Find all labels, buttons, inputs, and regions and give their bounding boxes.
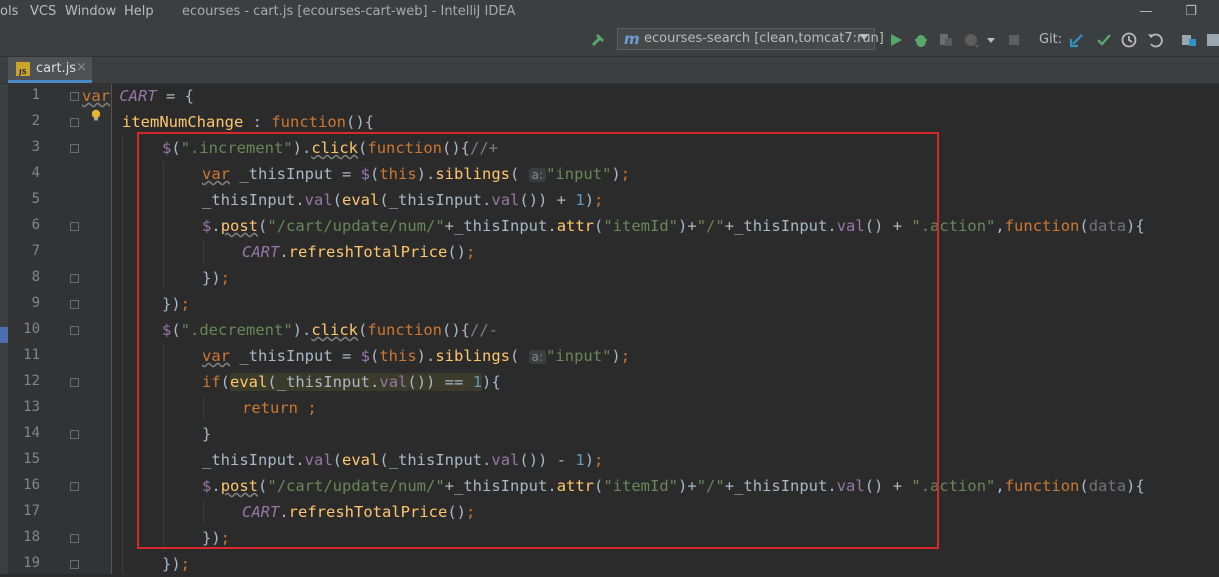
line-number: 8 [31, 269, 40, 285]
menu-item-window[interactable]: Window [65, 4, 116, 19]
code-line: }); [162, 555, 191, 573]
history-icon[interactable] [1120, 31, 1138, 49]
fold-marker-icon[interactable] [70, 274, 79, 283]
line-number: 17 [23, 503, 40, 519]
code-token: data [1088, 217, 1127, 235]
fold-marker-icon[interactable] [70, 222, 79, 231]
line-number: 6 [31, 217, 40, 233]
restore-icon[interactable]: ❐ [1181, 2, 1201, 22]
javascript-file-icon: JS [16, 62, 30, 76]
close-icon[interactable]: × [76, 60, 87, 75]
fold-marker-icon[interactable] [70, 482, 79, 491]
run-configuration-label: ecourses-search [clean,tomcat7:run] [644, 31, 884, 46]
line-number: 7 [31, 243, 40, 259]
line-number: 2 [31, 113, 40, 129]
red-highlight-box [137, 132, 939, 549]
indent-guide [122, 136, 123, 574]
selection-marker [0, 327, 8, 343]
profile-icon[interactable] [963, 31, 981, 49]
line-number: 10 [23, 321, 40, 337]
fold-marker-icon[interactable] [70, 144, 79, 153]
fold-marker-icon[interactable] [70, 118, 79, 127]
line-number: 4 [31, 165, 40, 181]
project-structure-icon[interactable] [1180, 31, 1198, 49]
chevron-down-icon [859, 34, 869, 40]
code-token: function [271, 113, 346, 131]
fold-marker-icon[interactable] [70, 326, 79, 335]
code-token: itemNumChange [122, 113, 244, 131]
code-token: : [243, 113, 272, 131]
line-number: 9 [31, 295, 40, 311]
menu-item-tools[interactable]: ols [0, 4, 18, 19]
project-panel-edge[interactable] [0, 84, 8, 574]
coverage-icon[interactable] [937, 31, 955, 49]
line-number: 16 [23, 477, 40, 493]
code-token: data [1088, 477, 1127, 495]
toolbar [0, 24, 1219, 57]
code-line: var CART = { [82, 83, 194, 109]
menu-item-vcs[interactable]: VCS [30, 4, 56, 19]
code-token: CART [119, 87, 157, 105]
maven-icon: m [624, 30, 640, 48]
fold-marker-icon[interactable] [70, 378, 79, 387]
fold-marker-icon[interactable] [70, 534, 79, 543]
fold-marker-icon[interactable] [70, 300, 79, 309]
line-number: 18 [23, 529, 40, 545]
chevron-down-icon[interactable] [986, 31, 996, 49]
revert-icon[interactable] [1146, 31, 1164, 49]
fold-marker-icon[interactable] [70, 430, 79, 439]
git-update-icon[interactable] [1068, 31, 1086, 49]
line-number: 12 [23, 373, 40, 389]
tab-cart-js[interactable]: JS cart.js × [8, 57, 92, 83]
line-number: 19 [23, 555, 40, 571]
line-number: 3 [31, 139, 40, 155]
line-number: 5 [31, 191, 40, 207]
minimize-icon[interactable]: — [1136, 2, 1156, 22]
stop-icon[interactable] [1005, 31, 1023, 49]
menu-item-help[interactable]: Help [124, 4, 154, 19]
editor-gutter: 1 2 3 4 5 6 7 8 9 10 11 12 13 14 15 16 1… [8, 84, 112, 574]
debug-icon[interactable] [912, 31, 930, 49]
code-token: function [1004, 477, 1080, 495]
code-token: (){ [345, 113, 374, 131]
run-configuration-select[interactable]: m ecourses-search [clean,tomcat7:run] [617, 28, 884, 50]
fold-marker-icon[interactable] [70, 560, 79, 569]
code-token: = { [156, 87, 194, 105]
line-number: 15 [23, 451, 40, 467]
git-commit-icon[interactable] [1095, 31, 1113, 49]
editor-tab-bar [0, 57, 1219, 84]
code-token: var [82, 87, 110, 105]
window-title: ecourses - cart.js [ecourses-cart-web] -… [182, 4, 516, 19]
line-number: 1 [31, 87, 40, 103]
menu-bar: ols VCS Window Help ecourses - cart.js [… [0, 0, 1219, 24]
line-number: 14 [23, 425, 40, 441]
code-token: function [1004, 217, 1080, 235]
line-number: 11 [23, 347, 40, 363]
intention-bulb-icon[interactable] [90, 109, 102, 121]
run-icon[interactable] [887, 31, 905, 49]
build-hammer-icon[interactable] [590, 31, 608, 49]
fold-marker-icon[interactable] [70, 92, 79, 101]
git-label: Git: [1039, 32, 1063, 47]
line-number: 13 [23, 399, 40, 415]
search-everywhere-icon[interactable] [1206, 31, 1219, 49]
tab-label: cart.js [36, 61, 77, 76]
